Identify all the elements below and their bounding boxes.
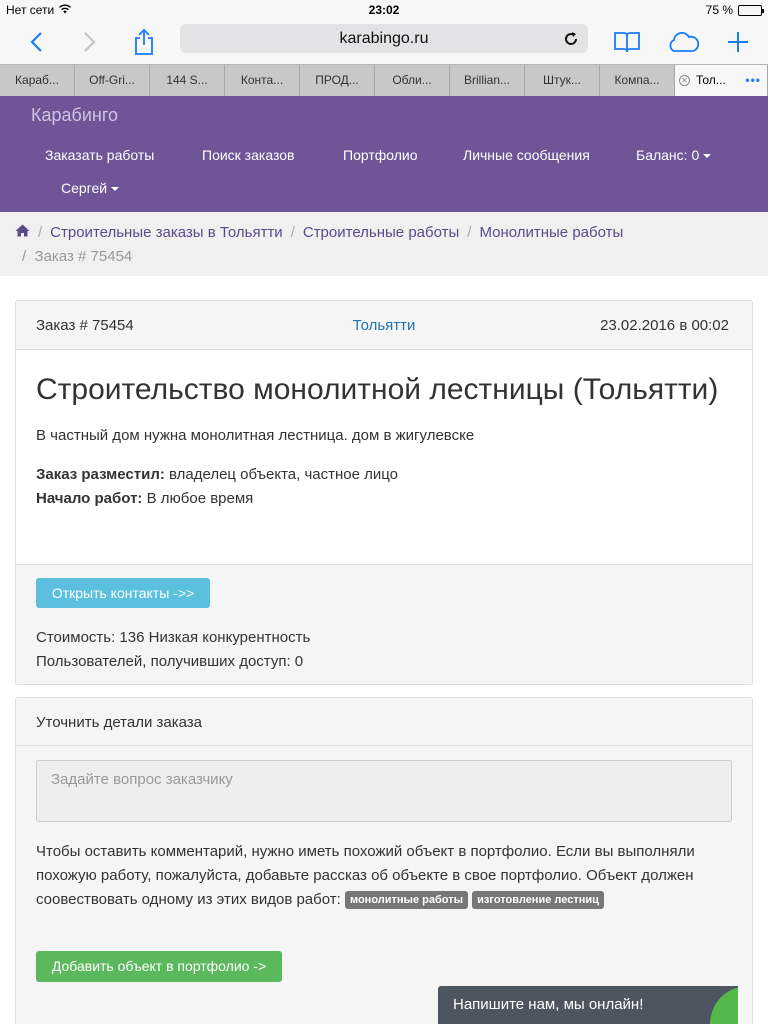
order-panel: Заказ # 75454 Тольятти 23.02.2016 в 00:0… [15,300,753,685]
breadcrumb-link-subcategory[interactable]: Монолитные работы [479,224,623,241]
breadcrumb-row: / Строительные заказы в Тольятти / Строи… [15,224,623,241]
start-value: В любое время [146,490,254,507]
address-bar[interactable]: karabingo.ru [180,24,588,53]
tab-item[interactable]: Штук... [525,65,600,96]
breadcrumb-link-city[interactable]: Строительные заказы в Тольятти [50,224,283,241]
order-date: 23.02.2016 в 00:02 [600,317,729,334]
work-type-tag[interactable]: изготовление лестниц [472,891,604,909]
breadcrumb-separator: / [22,248,35,265]
start-row: Начало работ: В любое время [36,487,736,511]
site-navbar: Карабинго Заказать работы Поиск заказов … [0,96,768,212]
tab-item[interactable]: ПРОД... [300,65,375,96]
placed-by-label: Заказ разместил: [36,466,165,483]
question-placeholder: Задайте вопрос заказчику [51,771,233,788]
order-panel-header: Заказ # 75454 Тольятти 23.02.2016 в 00:0… [16,301,752,350]
browser-toolbar: karabingo.ru [0,20,768,64]
order-cost: Стоимость: 136 Низкая конкурентность [36,629,311,646]
portfolio-notice: Чтобы оставить комментарий, нужно иметь … [36,840,736,912]
tab-item[interactable]: 144 S... [150,65,225,96]
order-users-access: Пользователей, получивших доступ: 0 [36,653,304,670]
url-text: karabingo.ru [339,30,429,47]
nav-balance-dropdown[interactable]: Баланс: 0 [636,147,712,163]
status-time: 23:02 [368,3,400,17]
tab-item[interactable]: Конта... [225,65,300,96]
bookmarks-icon[interactable] [609,24,645,60]
breadcrumb: / Строительные заказы в Тольятти / Строи… [0,212,768,276]
chevron-down-icon [111,187,120,192]
close-tab-icon[interactable]: ✕ [679,75,690,87]
battery-icon [738,4,764,16]
more-tabs-icon[interactable]: ••• [745,65,761,96]
work-type-tag[interactable]: монолитные работы [344,891,468,909]
nav-balance-label: Баланс: 0 [636,147,700,163]
chat-label: Напишите нам, мы онлайн! [453,996,644,1013]
tab-item[interactable]: Компа... [600,65,675,96]
order-title: Строительство монолитной лестницы (Толья… [36,373,719,406]
breadcrumb-separator: / [290,224,295,241]
status-right: 75 % [705,3,764,17]
nav-portfolio[interactable]: Портфолио [343,147,418,163]
battery-percent: 75 % [705,3,733,17]
details-panel-header: Уточнить детали заказа [16,698,752,746]
tab-active-label: Тол... [696,73,726,87]
chat-status-indicator [710,986,738,1024]
nav-user-dropdown[interactable]: Сергей [61,180,120,196]
details-header: Уточнить детали заказа [36,714,203,731]
open-contacts-button[interactable]: Открыть контакты ->> [36,578,210,608]
breadcrumb-separator: / [38,224,43,241]
home-icon[interactable] [15,224,30,241]
order-panel-body: Строительство монолитной лестницы (Толья… [36,350,736,511]
order-meta: Заказ разместил: владелец объекта, частн… [36,463,736,511]
placed-by-value: владелец объекта, частное лицо [169,466,399,483]
site-brand[interactable]: Карабинго [31,105,118,126]
tab-item[interactable]: Brillian... [450,65,525,96]
start-label: Начало работ: [36,490,143,507]
reload-icon[interactable] [562,24,580,53]
details-panel: Уточнить детали заказа Задайте вопрос за… [15,697,753,1024]
tab-active[interactable]: ✕ Тол... ••• [675,65,768,96]
browser-tabs: Караб... Off-Gri... 144 S... Конта... ПРОД..… [0,64,768,96]
back-chevron-icon[interactable] [18,24,54,60]
chevron-down-icon [703,154,712,159]
breadcrumb-current: Заказ # 75454 [34,248,133,265]
details-panel-body: Задайте вопрос заказчику Чтобы оставить … [16,746,752,1024]
nav-messages[interactable]: Личные сообщения [463,147,590,163]
question-input[interactable]: Задайте вопрос заказчику [36,760,732,822]
tab-item[interactable]: Обли... [375,65,450,96]
nav-order-work[interactable]: Заказать работы [45,147,154,163]
order-panel-footer: Открыть контакты ->> Стоимость: 136 Низк… [16,564,752,684]
ios-status-bar: Нет сети 23:02 75 % [0,0,768,20]
add-portfolio-button[interactable]: Добавить объект в портфолио -> [36,951,282,982]
forward-chevron-icon[interactable] [72,24,108,60]
share-icon[interactable] [126,24,162,60]
order-description: В частный дом нужна монолитная лестница.… [36,427,475,444]
plus-icon[interactable] [720,24,756,60]
breadcrumb-current-row: / Заказ # 75454 [22,248,132,265]
nav-user-label: Сергей [61,180,108,196]
breadcrumb-link-category[interactable]: Строительные работы [303,224,459,241]
tab-item[interactable]: Off-Gri... [75,65,150,96]
tab-item[interactable]: Караб... [0,65,75,96]
nav-search-orders[interactable]: Поиск заказов [202,147,294,163]
placed-by-row: Заказ разместил: владелец объекта, частн… [36,463,736,487]
cloud-icon[interactable] [665,24,701,60]
breadcrumb-separator: / [467,224,472,241]
chat-widget[interactable]: Напишите нам, мы онлайн! [438,986,738,1024]
